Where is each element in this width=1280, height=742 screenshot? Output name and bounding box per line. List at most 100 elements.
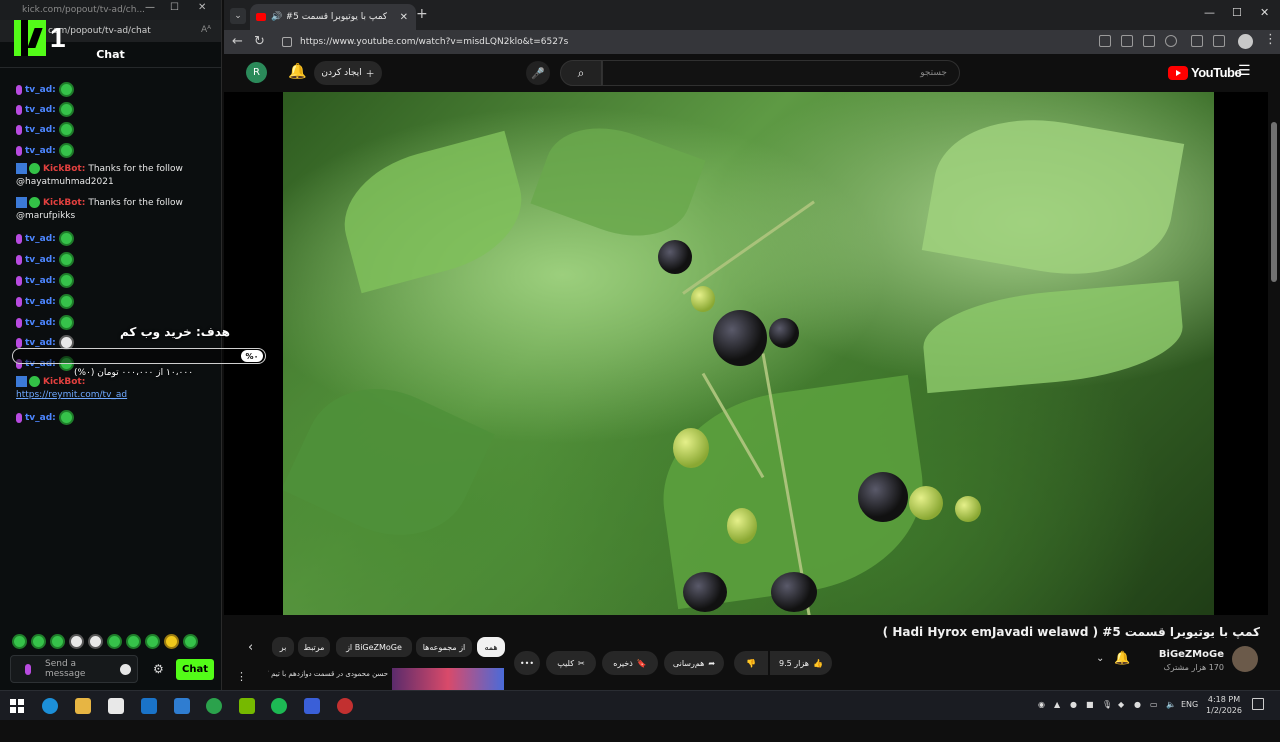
edge-browser-icon[interactable] [42, 698, 58, 714]
minimize-icon[interactable]: — [1204, 6, 1215, 19]
maximize-icon[interactable]: ☐ [1232, 6, 1242, 19]
windows-start-icon[interactable] [10, 699, 24, 713]
emote-icon[interactable] [126, 634, 141, 649]
emote-icon[interactable] [31, 634, 46, 649]
clock[interactable]: 4:18 PM 1/2/2026 [1206, 694, 1242, 716]
chat-settings-gear-icon[interactable]: ⚙ [153, 662, 164, 676]
tab-search-dropdown-icon[interactable]: ⌄ [230, 8, 246, 24]
emoji-picker-icon[interactable] [120, 664, 131, 675]
page-scrollbar[interactable] [1271, 112, 1277, 742]
install-app-icon[interactable] [1099, 35, 1111, 47]
favorites-icon[interactable] [1213, 35, 1225, 47]
language-indicator[interactable]: ENG [1181, 700, 1198, 709]
chat-username[interactable]: tv_ad: [25, 297, 56, 307]
subscription-bell-icon[interactable]: 🔔 [1114, 651, 1130, 666]
save-button[interactable]: ذخیره 🔖 [602, 651, 658, 675]
recommended-video-title[interactable]: حسن محمودی در قسمت دوازدهم با تیم ؟ [268, 670, 388, 678]
chat-username[interactable]: tv_ad: [25, 318, 56, 328]
emote-icon[interactable] [107, 634, 122, 649]
tray-app-icon[interactable]: ● [1134, 700, 1144, 710]
emote-icon[interactable] [183, 634, 198, 649]
browser-tab-active[interactable]: 🔊 کمپ با یوتیوبرا قسمت 5# ✕ [250, 4, 416, 30]
more-actions-button[interactable]: ••• [514, 651, 540, 675]
app-window-icon[interactable] [174, 698, 190, 714]
chat-username[interactable]: tv_ad: [25, 105, 56, 115]
chevron-down-icon[interactable]: ⌄ [1096, 653, 1104, 664]
guide-menu-icon[interactable]: ☰ [1238, 63, 1251, 79]
tray-app-icon[interactable]: ◉ [1038, 700, 1048, 710]
chat-username[interactable]: KickBot: [43, 377, 85, 387]
translate-icon[interactable] [1121, 35, 1133, 47]
emote-icon[interactable] [50, 634, 65, 649]
site-info-icon[interactable] [282, 37, 292, 47]
channel-avatar[interactable] [1232, 646, 1258, 672]
chip-related[interactable]: مرتبط [298, 637, 330, 657]
video-player[interactable] [224, 92, 1268, 615]
audio-app-icon[interactable] [304, 698, 320, 714]
maximize-icon[interactable]: ☐ [170, 2, 179, 13]
minimize-icon[interactable]: — [145, 2, 155, 13]
extensions-icon[interactable] [1191, 35, 1203, 47]
network-icon[interactable]: ▭ [1150, 700, 1160, 710]
chat-send-button[interactable]: Chat [176, 659, 214, 680]
notification-center-icon[interactable] [1252, 698, 1264, 710]
close-icon[interactable]: ✕ [198, 2, 206, 13]
youtube-logo[interactable]: YouTube [1168, 65, 1242, 80]
notifications-bell-icon[interactable]: 🔔 [288, 62, 307, 80]
tray-app-icon[interactable]: ▲ [1054, 700, 1064, 710]
chat-username[interactable]: KickBot: [43, 164, 85, 174]
emote-icon[interactable] [164, 634, 179, 649]
chrome-icon[interactable] [206, 698, 222, 714]
tab-close-icon[interactable]: ✕ [400, 12, 408, 23]
chat-username[interactable]: tv_ad: [25, 146, 56, 156]
rec-more-icon[interactable]: ⋮ [236, 670, 247, 683]
file-explorer-icon[interactable] [75, 698, 91, 714]
chat-username[interactable]: tv_ad: [25, 276, 56, 286]
channel-name[interactable]: BiGeZMoGe [1159, 649, 1224, 660]
chat-username[interactable]: KickBot: [43, 198, 85, 208]
back-arrow-icon[interactable]: ← [232, 34, 243, 49]
search-input[interactable]: جستجو [602, 60, 960, 86]
clip-button[interactable]: کلیپ ✂ [546, 651, 596, 675]
emote-icon[interactable] [145, 634, 160, 649]
bookmark-star-icon[interactable] [1165, 35, 1177, 47]
chips-prev-arrow-icon[interactable]: ‹ [248, 640, 253, 655]
new-tab-plus-icon[interactable]: + [416, 6, 428, 22]
emote-icon[interactable] [69, 634, 84, 649]
mail-icon[interactable] [141, 698, 157, 714]
close-icon[interactable]: ✕ [1260, 6, 1269, 19]
share-button[interactable]: هم‌رسانی ➦ [664, 651, 724, 675]
store-icon[interactable] [108, 698, 124, 714]
emote-icon[interactable] [12, 634, 27, 649]
tray-mic-icon[interactable]: 🎙 [1102, 700, 1112, 710]
chat-username[interactable]: tv_ad: [25, 338, 56, 348]
tray-app-icon[interactable]: ■ [1086, 700, 1096, 710]
chip-all[interactable]: همه [477, 637, 505, 657]
chat-username[interactable]: tv_ad: [25, 125, 56, 135]
chat-username[interactable]: tv_ad: [25, 255, 56, 265]
scrollbar-thumb[interactable] [1271, 122, 1277, 282]
like-button[interactable]: 9.5 هزار 👍 [770, 651, 832, 675]
spotify-icon[interactable] [271, 698, 287, 714]
zoom-icon[interactable] [1143, 35, 1155, 47]
chat-message-input[interactable]: Send a message [10, 655, 138, 683]
chip-from-channel[interactable]: از BiGeZMoGe [336, 637, 412, 657]
dislike-button[interactable]: 👎 [734, 651, 768, 675]
chat-username[interactable]: tv_ad: [25, 413, 56, 423]
chat-username[interactable]: tv_ad: [25, 85, 56, 95]
reader-mode-icon[interactable]: Aᴬ [201, 25, 211, 35]
recommended-video-thumbnail[interactable] [392, 668, 504, 690]
tray-app-icon[interactable]: ● [1070, 700, 1080, 710]
volume-icon[interactable]: 🔈 [1166, 700, 1176, 710]
chat-username[interactable]: tv_ad: [25, 234, 56, 244]
video-frame-blackberries[interactable] [283, 92, 1214, 615]
speaker-icon[interactable]: 🔊 [271, 12, 282, 22]
create-button[interactable]: ایجاد کردن ＋ [314, 61, 382, 85]
obs-icon[interactable] [337, 698, 353, 714]
emote-icon[interactable] [88, 634, 103, 649]
browser-menu-icon[interactable]: ⋮ [1264, 32, 1277, 47]
chip-partial[interactable]: بر [272, 637, 294, 657]
nvidia-icon[interactable] [239, 698, 255, 714]
profile-avatar[interactable] [1238, 34, 1253, 49]
chip-from-series[interactable]: از مجموعه‌ها [416, 637, 472, 657]
